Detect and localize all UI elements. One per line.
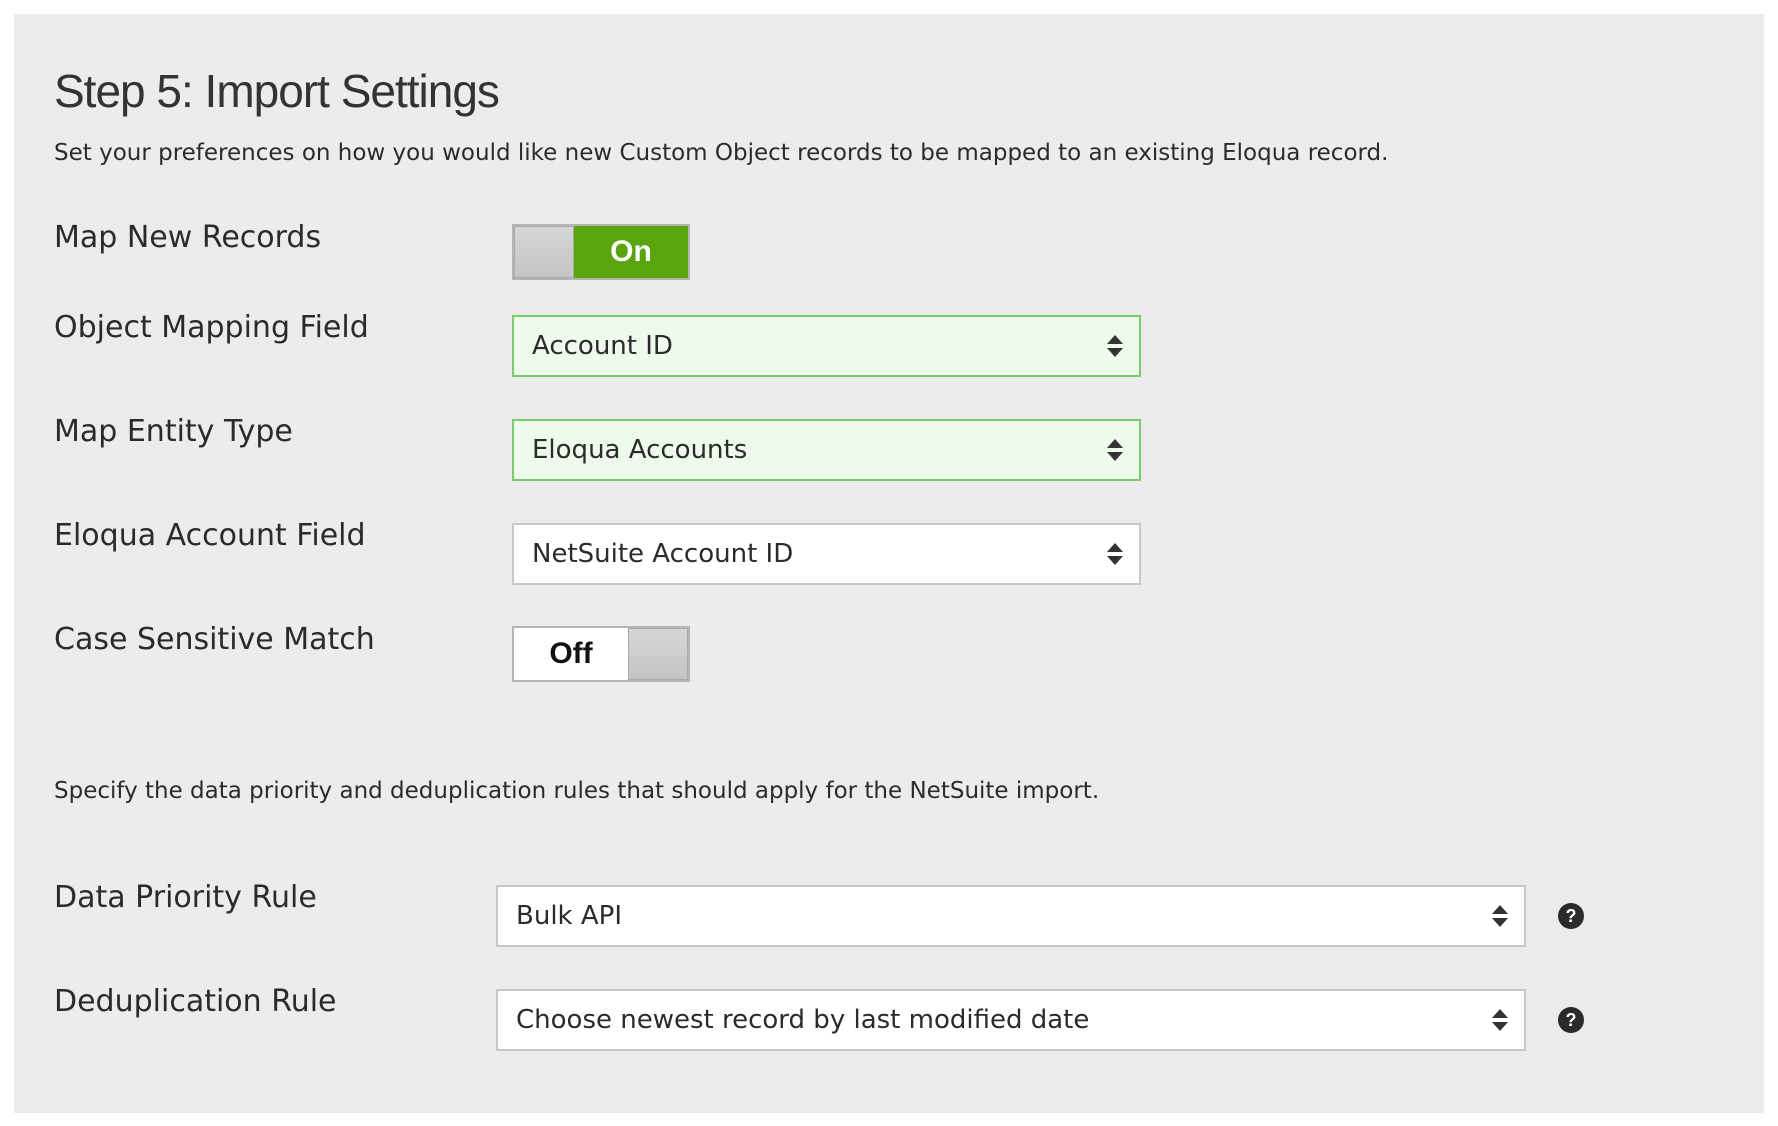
toggle-state-off: Off xyxy=(514,628,628,680)
question-circle-icon[interactable]: ? xyxy=(1558,903,1584,929)
object-mapping-field-label: Object Mapping Field xyxy=(54,310,369,345)
deduplication-rule-select[interactable]: Choose newest record by last modified da… xyxy=(496,989,1526,1051)
data-priority-rule-value: Bulk API xyxy=(516,901,622,931)
deduplication-rule-label: Deduplication Rule xyxy=(54,984,337,1019)
deduplication-rule-value: Choose newest record by last modified da… xyxy=(516,1005,1090,1035)
dedup-description: Specify the data priority and deduplicat… xyxy=(54,778,1100,804)
page-description: Set your preferences on how you would li… xyxy=(54,140,1389,166)
map-entity-type-select[interactable]: Eloqua Accounts xyxy=(512,419,1141,481)
question-circle-icon[interactable]: ? xyxy=(1558,1007,1584,1033)
up-down-caret-icon xyxy=(1105,543,1125,565)
data-priority-rule-select[interactable]: Bulk API xyxy=(496,885,1526,947)
map-new-records-label: Map New Records xyxy=(54,220,322,255)
map-entity-type-value: Eloqua Accounts xyxy=(532,435,748,465)
map-new-records-toggle[interactable]: On xyxy=(512,224,690,280)
eloqua-account-field-value: NetSuite Account ID xyxy=(532,539,794,569)
case-sensitive-match-label: Case Sensitive Match xyxy=(54,622,375,657)
eloqua-account-field-select[interactable]: NetSuite Account ID xyxy=(512,523,1141,585)
map-entity-type-label: Map Entity Type xyxy=(54,414,293,449)
import-settings-panel: Step 5: Import Settings Set your prefere… xyxy=(14,14,1764,1113)
object-mapping-field-select[interactable]: Account ID xyxy=(512,315,1141,377)
case-sensitive-match-toggle[interactable]: Off xyxy=(512,626,690,682)
data-priority-rule-label: Data Priority Rule xyxy=(54,880,317,915)
object-mapping-field-value: Account ID xyxy=(532,331,673,361)
up-down-caret-icon xyxy=(1105,439,1125,461)
toggle-state-on: On xyxy=(574,226,688,278)
page-title: Step 5: Import Settings xyxy=(54,65,500,117)
up-down-caret-icon xyxy=(1105,335,1125,357)
up-down-caret-icon xyxy=(1490,1009,1510,1031)
eloqua-account-field-label: Eloqua Account Field xyxy=(54,518,366,553)
toggle-knob xyxy=(628,628,688,680)
up-down-caret-icon xyxy=(1490,905,1510,927)
toggle-knob xyxy=(514,226,574,278)
